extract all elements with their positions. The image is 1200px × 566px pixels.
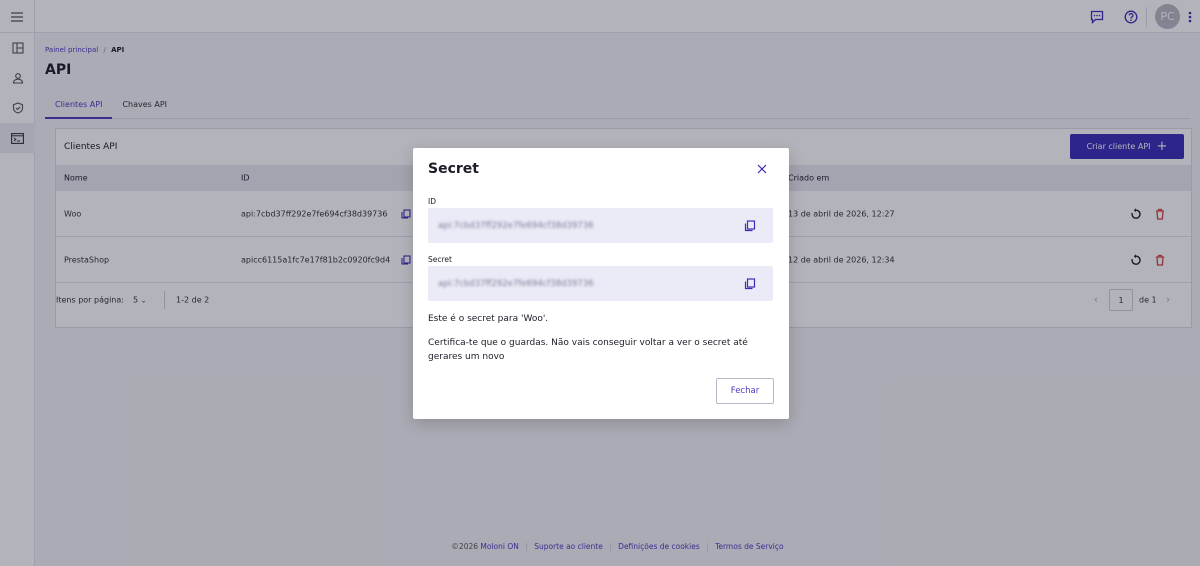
copy-icon[interactable] [744,277,756,290]
close-button[interactable]: Fechar [716,378,774,404]
secret-warning: Certifica-te que o guardas. Não vais con… [428,338,748,362]
secret-label: Secret [428,255,452,264]
secret-dialog: Secret ID api:7cbd37ff292e7fe694cf38d397… [413,148,789,419]
close-icon[interactable] [755,162,769,176]
id-label: ID [428,197,436,206]
secret-field: api:7cbd37ff292e7fe694cf38d39736 [428,266,773,301]
secret-message: Este é o secret para 'Woo'. [428,314,549,324]
secret-value: api:7cbd37ff292e7fe694cf38d39736 [438,278,594,289]
id-value: api:7cbd37ff292e7fe694cf38d39736 [438,220,594,231]
copy-icon[interactable] [744,219,756,232]
id-field: api:7cbd37ff292e7fe694cf38d39736 [428,208,773,243]
dialog-title: Secret [428,161,479,177]
